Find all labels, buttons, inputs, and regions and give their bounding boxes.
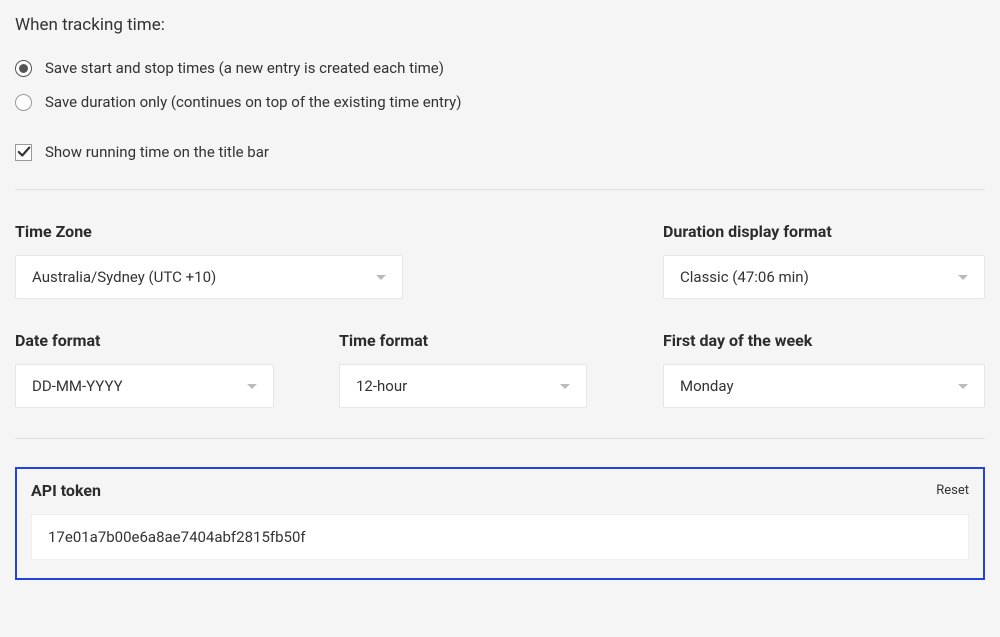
date-format-value: DD-MM-YYYY — [32, 377, 123, 395]
api-token-section: API token Reset — [15, 467, 985, 580]
caret-down-icon — [958, 275, 968, 280]
timezone-select[interactable]: Australia/Sydney (UTC +10) — [15, 255, 403, 299]
time-format-label: Time format — [339, 331, 587, 350]
api-token-label: API token — [31, 481, 101, 500]
caret-down-icon — [560, 384, 570, 389]
caret-down-icon — [376, 275, 386, 280]
radio-option-duration-only[interactable]: Save duration only (continues on top of … — [15, 93, 985, 111]
checkbox-label: Show running time on the title bar — [45, 143, 269, 161]
section-divider — [15, 438, 985, 439]
date-format-select[interactable]: DD-MM-YYYY — [15, 364, 274, 408]
api-header: API token Reset — [31, 481, 969, 500]
api-token-input[interactable] — [31, 514, 969, 560]
timezone-label: Time Zone — [15, 222, 403, 241]
first-day-select[interactable]: Monday — [663, 364, 985, 408]
duration-format-label: Duration display format — [663, 222, 985, 241]
tracking-heading: When tracking time: — [15, 15, 985, 35]
radio-icon-unselected — [15, 94, 32, 111]
settings-row-1: Time Zone Australia/Sydney (UTC +10) Dur… — [15, 222, 985, 299]
time-format-select[interactable]: 12-hour — [339, 364, 587, 408]
caret-down-icon — [247, 384, 257, 389]
radio-label: Save duration only (continues on top of … — [45, 93, 461, 111]
timezone-value: Australia/Sydney (UTC +10) — [32, 268, 216, 286]
checkbox-icon-checked — [15, 144, 32, 161]
caret-down-icon — [958, 384, 968, 389]
time-format-value: 12-hour — [356, 377, 407, 395]
date-format-field: Date format DD-MM-YYYY — [15, 331, 274, 408]
time-format-field: Time format 12-hour — [339, 331, 587, 408]
section-divider — [15, 189, 985, 190]
duration-format-field: Duration display format Classic (47:06 m… — [663, 222, 985, 299]
check-icon — [17, 145, 31, 159]
timezone-field: Time Zone Australia/Sydney (UTC +10) — [15, 222, 403, 299]
settings-row-2: Date format DD-MM-YYYY Time format 12-ho… — [15, 331, 985, 408]
date-format-label: Date format — [15, 331, 274, 350]
tracking-section: When tracking time: Save start and stop … — [15, 15, 985, 161]
duration-format-value: Classic (47:06 min) — [680, 268, 809, 286]
first-day-value: Monday — [680, 377, 734, 395]
reset-link[interactable]: Reset — [936, 483, 969, 498]
duration-format-select[interactable]: Classic (47:06 min) — [663, 255, 985, 299]
radio-label: Save start and stop times (a new entry i… — [45, 59, 444, 77]
first-day-label: First day of the week — [663, 331, 985, 350]
first-day-field: First day of the week Monday — [663, 331, 985, 408]
checkbox-show-running-time[interactable]: Show running time on the title bar — [15, 143, 985, 161]
radio-icon-selected — [15, 60, 32, 77]
radio-option-start-stop[interactable]: Save start and stop times (a new entry i… — [15, 59, 985, 77]
